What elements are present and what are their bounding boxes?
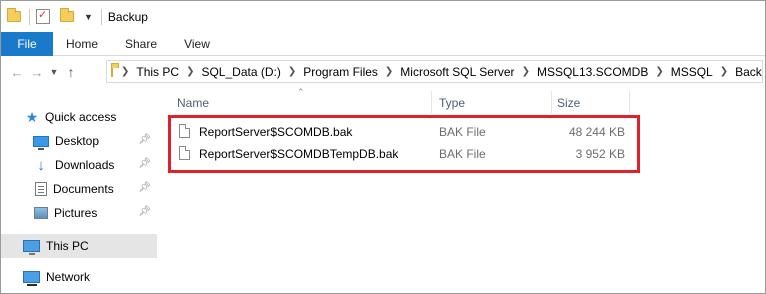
column-header-name[interactable]: Name (177, 96, 209, 110)
desktop-icon (33, 135, 49, 150)
window-title: Backup (107, 9, 148, 24)
back-arrow-icon[interactable]: ← (7, 65, 27, 80)
sidebar-item-quick-access[interactable]: ★ Quick access (1, 106, 157, 128)
navigation-pane: ★ Quick access Desktop 📌︎ ↓ Downloads 📌︎… (1, 97, 157, 293)
explorer-window: ▼ Backup File Home Share View ← → ▼ ↑ ❯ … (0, 0, 766, 294)
chevron-right-icon[interactable]: ❯ (186, 66, 194, 77)
sidebar-item-network[interactable]: Network (1, 266, 157, 288)
properties-icon[interactable] (36, 8, 50, 24)
sidebar-item-documents[interactable]: Documents 📌︎ (1, 178, 157, 200)
sidebar-item-label: Desktop (55, 134, 100, 148)
recent-locations-dropdown-icon[interactable]: ▼ (47, 67, 61, 77)
pin-icon: 📌︎ (138, 206, 151, 217)
chevron-right-icon[interactable]: ❯ (655, 66, 663, 77)
breadcrumb-microsoft-sql-server[interactable]: Microsoft SQL Server (400, 65, 514, 79)
ribbon-tabs: File Home Share View (1, 32, 765, 56)
breadcrumb-backup[interactable]: Backup (735, 65, 762, 79)
chevron-right-icon[interactable]: ❯ (121, 66, 129, 77)
navigation-bar: ← → ▼ ↑ ❯ This PC ❯ SQL_Data (D:) ❯ Prog… (1, 57, 765, 87)
chevron-right-icon[interactable]: ❯ (385, 66, 393, 77)
pin-icon: 📌︎ (138, 134, 151, 145)
tab-file[interactable]: File (1, 32, 53, 56)
column-divider[interactable] (629, 91, 630, 113)
sidebar-item-label: Downloads (55, 158, 115, 172)
breadcrumb-this-pc[interactable]: This PC (136, 65, 179, 79)
title-divider (100, 8, 102, 25)
column-header-size[interactable]: Size (557, 96, 580, 110)
pin-icon: 📌︎ (138, 158, 151, 169)
sidebar-item-desktop[interactable]: Desktop 📌︎ (1, 130, 157, 152)
sidebar-item-label: Documents (53, 182, 114, 196)
quick-access-toolbar: ▼ (7, 8, 101, 25)
pin-icon: 📌︎ (138, 182, 151, 193)
highlight-annotation-box (168, 115, 640, 173)
tab-share[interactable]: Share (111, 32, 171, 56)
pictures-icon (34, 207, 48, 219)
forward-arrow-icon[interactable]: → (27, 65, 47, 80)
star-icon: ★ (25, 108, 39, 125)
sidebar-item-label: Quick access (45, 110, 117, 124)
sidebar-item-this-pc[interactable]: This PC (1, 234, 157, 258)
breadcrumb-mssql[interactable]: MSSQL (671, 65, 713, 79)
sidebar-item-label: Pictures (54, 206, 98, 220)
breadcrumb-sql-data[interactable]: SQL_Data (D:) (201, 65, 280, 79)
column-divider[interactable] (431, 91, 432, 113)
computer-icon (23, 240, 40, 255)
breadcrumb-mssql13-scomdb[interactable]: MSSQL13.SCOMDB (537, 65, 648, 79)
sidebar-item-pictures[interactable]: Pictures 📌︎ (1, 202, 157, 224)
chevron-right-icon[interactable]: ❯ (522, 66, 530, 77)
customize-toolbar-dropdown-icon[interactable]: ▼ (84, 12, 93, 22)
chevron-right-icon[interactable]: ❯ (720, 66, 728, 77)
tab-view[interactable]: View (171, 32, 223, 56)
sidebar-item-label: Network (46, 270, 91, 284)
title-bar: ▼ Backup (1, 1, 765, 32)
sidebar-item-downloads[interactable]: ↓ Downloads 📌︎ (1, 154, 157, 176)
address-bar[interactable]: ❯ This PC ❯ SQL_Data (D:) ❯ Program File… (106, 60, 763, 83)
sidebar-item-label: This PC (46, 239, 89, 253)
folder-icon (111, 63, 119, 77)
folder-icon[interactable] (7, 8, 21, 22)
network-icon (23, 271, 40, 286)
column-headers: Name Type Size (157, 91, 765, 113)
column-header-type[interactable]: Type (439, 96, 465, 110)
up-arrow-icon[interactable]: ↑ (61, 64, 81, 80)
toolbar-divider (29, 8, 30, 25)
new-folder-icon[interactable] (60, 8, 74, 22)
downloads-icon: ↓ (37, 156, 45, 174)
chevron-right-icon[interactable]: ❯ (288, 66, 296, 77)
tab-home[interactable]: Home (53, 32, 111, 56)
column-divider[interactable] (551, 91, 552, 113)
documents-icon (35, 182, 47, 196)
breadcrumb-program-files[interactable]: Program Files (303, 65, 378, 79)
